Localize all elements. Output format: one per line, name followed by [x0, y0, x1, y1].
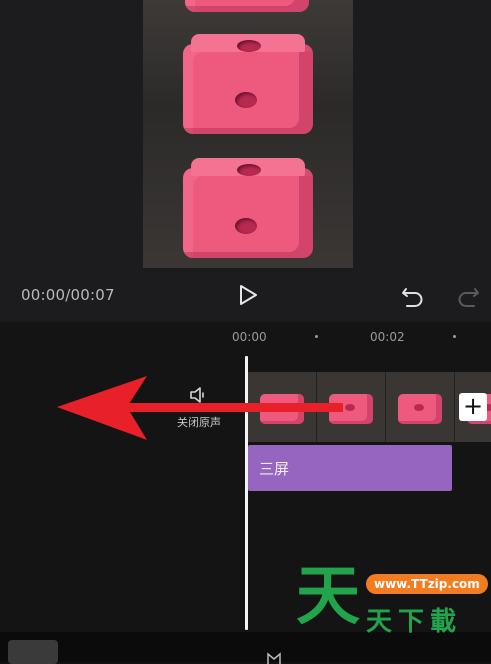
- ruler-dot: [315, 335, 318, 338]
- watermark-logo: 天 www.TTzip.com 天下載: [296, 563, 491, 643]
- ruler-time-label: 00:02: [370, 330, 405, 344]
- video-thumbnail: [386, 372, 455, 442]
- text-clip[interactable]: 三屏: [248, 445, 452, 491]
- watermark-url: www.TTzip.com: [366, 574, 488, 594]
- video-frame: [143, 0, 353, 268]
- bottom-thumbnail[interactable]: [8, 640, 58, 664]
- ruler-dot: [453, 335, 456, 338]
- pink-cube-image: [183, 158, 313, 258]
- watermark-big-char: 天: [296, 559, 360, 634]
- bookmark-icon[interactable]: [266, 652, 282, 664]
- ruler-time-label: 00:00: [232, 330, 267, 344]
- text-clip-label: 三屏: [259, 460, 290, 478]
- pink-cube-image: [183, 34, 313, 134]
- pink-cube-image: [185, 0, 309, 12]
- add-clip-button[interactable]: +: [459, 393, 487, 421]
- watermark-text: 天下載: [366, 607, 463, 637]
- red-arrow-annotation: [57, 376, 343, 440]
- video-preview-panel: 00:00/00:07: [0, 0, 491, 322]
- undo-icon[interactable]: [400, 283, 426, 309]
- redo-icon[interactable]: [455, 283, 481, 309]
- play-icon[interactable]: [236, 283, 260, 307]
- time-readout: 00:00/00:07: [21, 286, 115, 304]
